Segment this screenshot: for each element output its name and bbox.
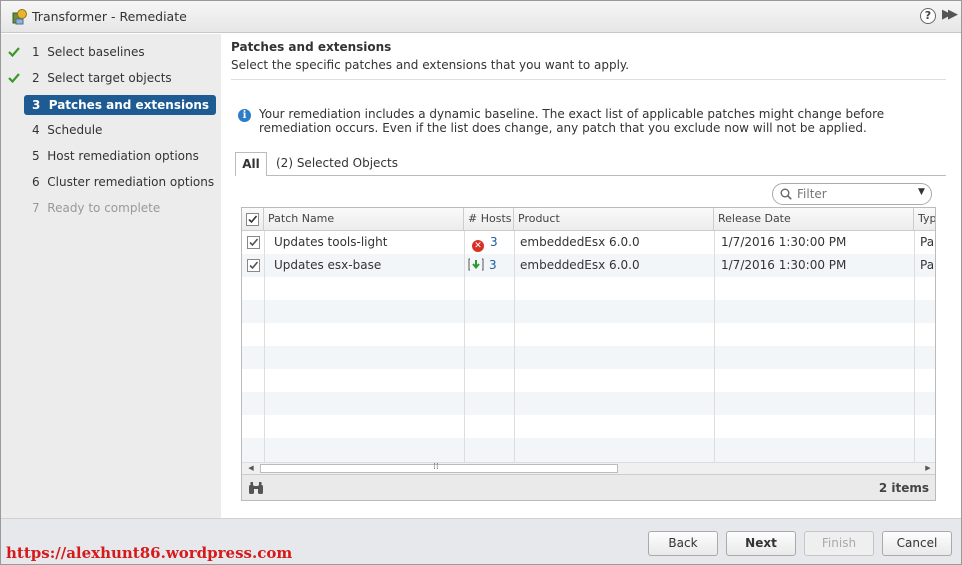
- divider: [231, 79, 946, 80]
- patch-name: Updates esx-base: [274, 258, 382, 272]
- row-checkbox[interactable]: [247, 236, 260, 249]
- next-button[interactable]: Next: [726, 531, 796, 556]
- window-title: Transformer - Remediate: [32, 9, 187, 24]
- hosts-count[interactable]: ✕ 3: [464, 231, 514, 254]
- table-row[interactable]: Updates tools-light ✕ 3 embeddedEsx 6.0.0…: [242, 231, 935, 254]
- column-header-hosts[interactable]: # Hosts: [464, 208, 514, 231]
- staged-download-icon: [468, 258, 484, 271]
- empty-row: [242, 300, 935, 323]
- product: embeddedEsx 6.0.0: [520, 235, 640, 249]
- horizontal-scrollbar[interactable]: ◀ ⁞⁞ ▶: [242, 462, 935, 474]
- empty-row: [242, 369, 935, 392]
- error-icon: ✕: [472, 240, 484, 252]
- tab-selected-objects[interactable]: (2) Selected Objects: [276, 156, 398, 170]
- patches-table: Patch Name # Hosts Product Release Date …: [241, 207, 936, 501]
- release-date: 1/7/2016 1:30:00 PM: [721, 235, 847, 249]
- column-header-release-date[interactable]: Release Date: [714, 208, 914, 231]
- empty-row: [242, 323, 935, 346]
- table-row[interactable]: Updates esx-base 3 embeddedEsx 6.0.0 1/7…: [242, 254, 935, 277]
- patch-type: Pa: [920, 258, 935, 272]
- info-message: Your remediation includes a dynamic base…: [259, 107, 885, 135]
- watermark-url: https://alexhunt86.wordpress.com: [6, 544, 293, 562]
- column-header-product[interactable]: Product: [514, 208, 714, 231]
- empty-row: [242, 438, 935, 462]
- title-bar: Transformer - Remediate ? ▶▶: [0, 0, 962, 33]
- back-button[interactable]: Back: [648, 531, 718, 556]
- wizard-button-bar: https://alexhunt86.wordpress.com Back Ne…: [0, 518, 962, 565]
- column-separator: [464, 231, 465, 462]
- step-patches-and-extensions[interactable]: 3 Patches and extensions: [24, 95, 216, 115]
- step-cluster-remediation-options[interactable]: 6 Cluster remediation options: [24, 172, 216, 192]
- row-checkbox[interactable]: [247, 259, 260, 272]
- step-select-target-objects[interactable]: 2 Select target objects: [24, 68, 216, 88]
- product: embeddedEsx 6.0.0: [520, 258, 640, 272]
- tab-divider: [267, 175, 946, 176]
- hosts-count[interactable]: 3: [464, 254, 514, 277]
- step-select-baselines[interactable]: 1 Select baselines: [24, 42, 216, 62]
- help-icon[interactable]: ?: [920, 8, 936, 24]
- filter-input[interactable]: [797, 186, 907, 202]
- table-footer: 2 items: [242, 474, 935, 500]
- column-separator: [914, 231, 915, 462]
- cancel-button[interactable]: Cancel: [882, 531, 952, 556]
- binoculars-icon[interactable]: [248, 481, 264, 495]
- remediate-wizard-icon: [12, 9, 27, 25]
- column-separator: [714, 231, 715, 462]
- scroll-thumb[interactable]: ⁞⁞: [260, 462, 618, 473]
- chevron-down-icon[interactable]: ▼: [918, 187, 925, 197]
- items-count: 2 items: [878, 481, 929, 495]
- wizard-steps-sidebar: 1 Select baselines 2 Select target objec…: [0, 34, 221, 518]
- empty-row: [242, 415, 935, 438]
- expand-panel-icon[interactable]: ▶▶: [942, 7, 958, 22]
- column-separator: [514, 231, 515, 462]
- search-icon: [780, 188, 792, 200]
- page-title: Patches and extensions: [231, 40, 392, 54]
- main-content: Patches and extensions Select the specif…: [221, 34, 962, 518]
- column-header-patch-name[interactable]: Patch Name: [264, 208, 464, 231]
- scroll-left-icon[interactable]: ◀: [244, 463, 258, 474]
- empty-row: [242, 346, 935, 369]
- page-description: Select the specific patches and extensio…: [231, 58, 630, 72]
- step-2-check-icon: [8, 73, 20, 84]
- tab-all[interactable]: All: [235, 152, 267, 176]
- step-schedule[interactable]: 4 Schedule: [24, 120, 216, 140]
- column-header-type[interactable]: Typ: [914, 208, 935, 231]
- empty-row: [242, 392, 935, 415]
- finish-button: Finish: [804, 531, 874, 556]
- patch-name: Updates tools-light: [274, 235, 388, 249]
- release-date: 1/7/2016 1:30:00 PM: [721, 258, 847, 272]
- scroll-right-icon[interactable]: ▶: [921, 463, 935, 474]
- scroll-grip-icon: ⁞⁞: [433, 462, 439, 472]
- patch-type: Pa: [920, 235, 935, 249]
- step-1-check-icon: [8, 47, 20, 58]
- info-icon: i: [238, 109, 251, 122]
- empty-row: [242, 277, 935, 300]
- table-header: Patch Name # Hosts Product Release Date …: [242, 208, 935, 231]
- step-host-remediation-options[interactable]: 5 Host remediation options: [24, 146, 216, 166]
- select-all-checkbox[interactable]: [246, 213, 259, 226]
- column-separator: [264, 231, 265, 462]
- step-ready-to-complete: 7 Ready to complete: [32, 201, 161, 215]
- filter-box[interactable]: ▼: [772, 183, 932, 205]
